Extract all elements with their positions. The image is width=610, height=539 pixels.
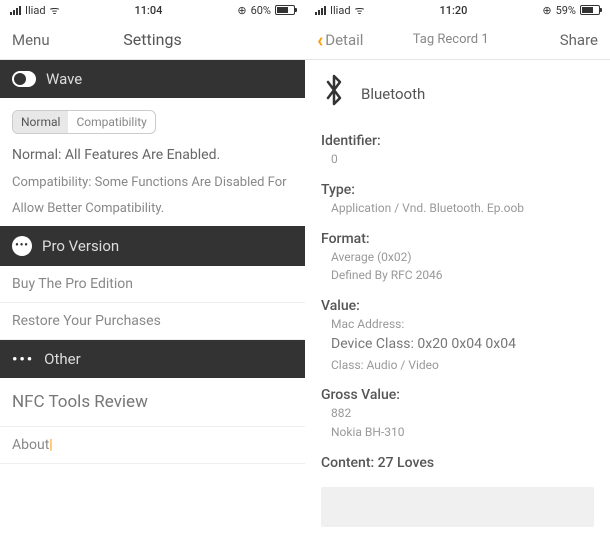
- identifier-field: Identifier: 0: [305, 127, 610, 176]
- wave-mode-toggle[interactable]: Normal Compatibility: [12, 110, 156, 134]
- buy-pro-button[interactable]: Buy The Pro Edition: [0, 266, 305, 303]
- pro-label: Pro Version: [42, 237, 119, 255]
- content-field: Content: 27 Loves: [305, 449, 610, 479]
- pro-section-header: ••• Pro Version: [0, 226, 305, 266]
- wave-info-compat-2: Allow Better Compatibility.: [0, 200, 305, 226]
- status-time: 11:20: [440, 4, 468, 17]
- signal-icon: [315, 6, 326, 15]
- type-field: Type: Application / Vnd. Bluetooth. Ep.o…: [305, 176, 610, 225]
- page-title: Settings: [123, 30, 181, 49]
- toggle-normal[interactable]: Normal: [13, 111, 68, 133]
- bluetooth-label: Bluetooth: [361, 85, 425, 103]
- battery-icon: [275, 5, 295, 15]
- back-button[interactable]: ‹ Detail: [317, 28, 363, 52]
- carrier-label: Iliad: [330, 4, 351, 17]
- bluetooth-row: Bluetooth: [305, 60, 610, 127]
- battery-percent: 60%: [251, 4, 271, 17]
- other-label: Other: [44, 350, 81, 368]
- other-icon: •••: [12, 350, 34, 368]
- format-field: Format: Average (0x02) Defined By RFC 20…: [305, 225, 610, 293]
- about-button[interactable]: About|: [0, 427, 305, 464]
- gross-value-field: Gross Value: 882 Nokia BH-310: [305, 381, 610, 449]
- restore-purchases-button[interactable]: Restore Your Purchases: [0, 303, 305, 340]
- wave-info-normal: Normal: All Features Are Enabled.: [0, 146, 305, 174]
- content-placeholder: [321, 487, 594, 527]
- nav-bar: Menu Settings: [0, 20, 305, 60]
- bluetooth-icon: [321, 74, 347, 113]
- status-bar: Iliad ᯤ 11:04 ⊕ 60%: [0, 0, 305, 20]
- chevron-left-icon: ‹: [317, 28, 323, 52]
- nav-bar: ‹ Detail Tag Record 1 Share: [305, 20, 610, 60]
- wave-section-header: Wave: [0, 60, 305, 98]
- settings-screen: Iliad ᯤ 11:04 ⊕ 60% Menu Settings Wave N…: [0, 0, 305, 539]
- page-title: Tag Record 1: [413, 32, 489, 47]
- carrier-label: Iliad: [25, 4, 46, 17]
- status-time: 11:04: [135, 4, 163, 17]
- battery-percent: 59%: [556, 4, 576, 17]
- wifi-icon: ᯤ: [50, 3, 60, 18]
- wave-info-compat-1: Compatibility: Some Functions Are Disabl…: [0, 174, 305, 200]
- battery-icon: [580, 5, 600, 15]
- wave-toggle-icon: [12, 71, 36, 87]
- value-field: Value: Mac Address: Device Class: 0x20 0…: [305, 292, 610, 381]
- wifi-icon: ᯤ: [355, 3, 365, 18]
- wave-label: Wave: [46, 70, 82, 88]
- qr-field: QR Code:: [305, 535, 610, 539]
- menu-button[interactable]: Menu: [12, 31, 72, 49]
- nfc-review-button[interactable]: NFC Tools Review: [0, 378, 305, 427]
- detail-screen: Iliad ᯤ 11:20 ⊕ 59% ‹ Detail Tag Record …: [305, 0, 610, 539]
- toggle-compatibility[interactable]: Compatibility: [68, 111, 154, 133]
- status-bar: Iliad ᯤ 11:20 ⊕ 59%: [305, 0, 610, 20]
- pro-icon: •••: [12, 236, 32, 256]
- share-button[interactable]: Share: [538, 31, 598, 49]
- signal-icon: [10, 6, 21, 15]
- other-section-header: ••• Other: [0, 340, 305, 378]
